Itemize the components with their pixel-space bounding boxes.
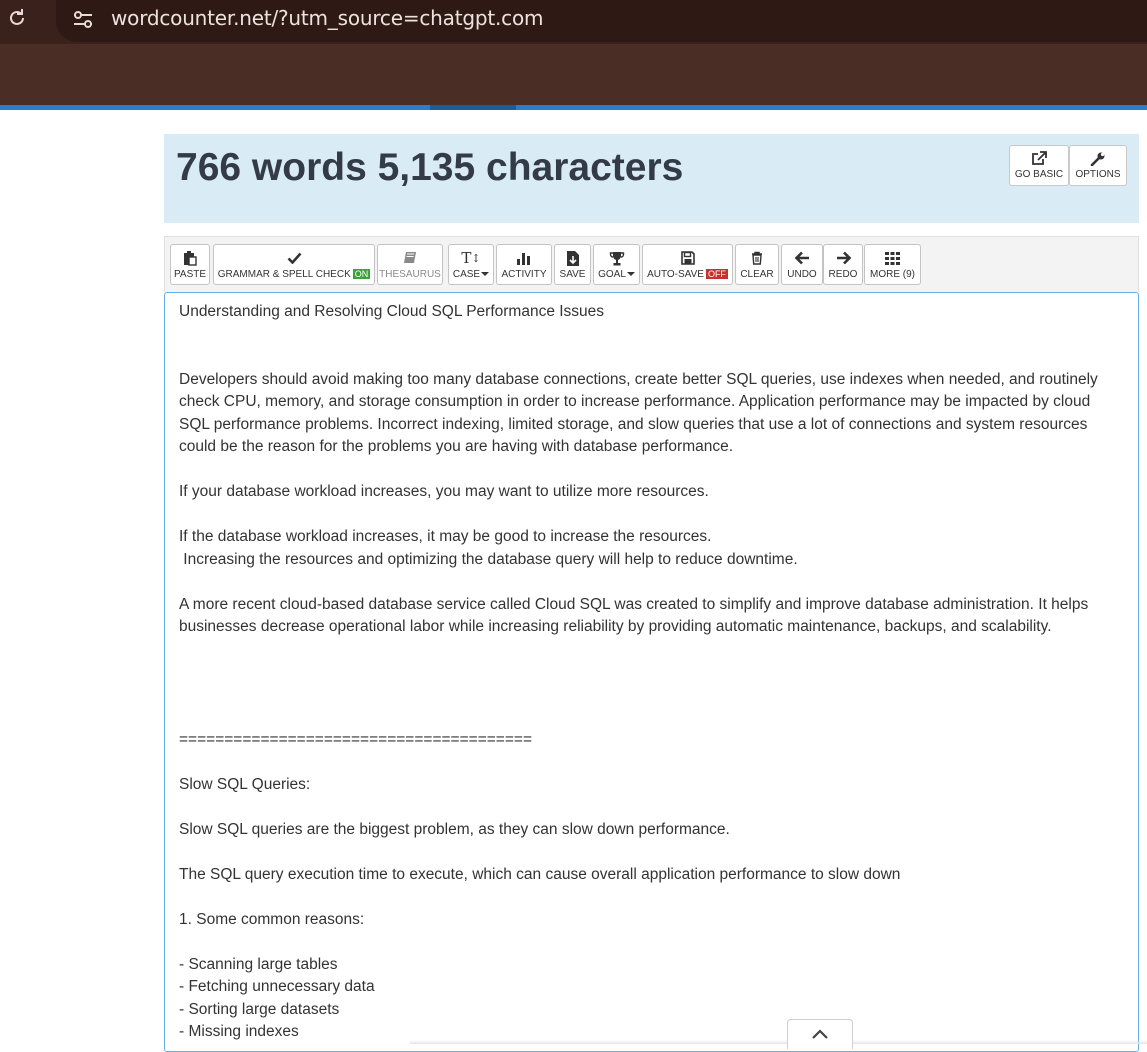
editor-line: 1. Some common reasons: xyxy=(179,911,365,928)
editor-line: Understanding and Resolving Cloud SQL Pe… xyxy=(179,303,605,320)
editor-line: SQL performance problems. Incorrect inde… xyxy=(179,416,1088,433)
count-header: 766 words 5,135 characters GO BASIC OPTI… xyxy=(164,134,1139,223)
checkmark-icon xyxy=(287,249,302,267)
grid-icon xyxy=(885,249,900,267)
editor-line: - Fetching unnecessary data xyxy=(179,978,375,995)
text-height-icon: T ↕ xyxy=(461,249,481,267)
bottom-panel-shadow xyxy=(410,1040,1147,1044)
editor-line: check CPU, memory, and storage consumpti… xyxy=(179,393,1091,410)
activity-button[interactable]: ACTIVITY xyxy=(496,244,552,285)
save-button[interactable]: SAVE xyxy=(554,244,591,285)
paste-button[interactable]: PASTE xyxy=(170,244,210,285)
options-button[interactable]: OPTIONS xyxy=(1069,145,1127,186)
reload-icon[interactable] xyxy=(6,7,28,29)
auto-save-toggle[interactable]: AUTO-SAVE OFF xyxy=(642,244,733,285)
floppy-disk-icon xyxy=(680,249,695,267)
editor-line: Slow SQL queries are the biggest problem… xyxy=(179,821,730,838)
case-dropdown[interactable]: T ↕ CASE xyxy=(448,244,494,285)
caret-down-icon xyxy=(626,272,635,277)
wrench-icon xyxy=(1090,152,1105,166)
undo-label: UNDO xyxy=(787,269,817,280)
auto-save-label: AUTO-SAVE xyxy=(647,269,704,280)
book-icon xyxy=(403,249,417,267)
file-download-icon xyxy=(566,249,580,267)
bar-chart-icon xyxy=(516,249,532,267)
thesaurus-button[interactable]: THESAURUS xyxy=(377,244,443,285)
text-editor[interactable]: Understanding and Resolving Cloud SQL Pe… xyxy=(164,292,1139,1052)
redo-label: REDO xyxy=(828,269,858,280)
word-character-count: 766 words 5,135 characters xyxy=(176,146,684,189)
editor-line: businesses decrease operational labor wh… xyxy=(179,618,1052,635)
grammar-spell-check-button[interactable]: GRAMMAR & SPELL CHECK ON xyxy=(213,244,375,285)
activity-label: ACTIVITY xyxy=(501,269,547,280)
go-basic-button[interactable]: GO BASIC xyxy=(1009,145,1069,186)
page-load-progress-indicator xyxy=(430,105,516,110)
editor-line: If the database workload increases, it m… xyxy=(179,528,712,545)
arrow-left-icon xyxy=(794,249,810,267)
paste-label: PASTE xyxy=(173,269,207,280)
more-label: MORE (9) xyxy=(870,269,915,280)
grammar-label: GRAMMAR & SPELL CHECK xyxy=(217,269,351,280)
trophy-icon xyxy=(609,249,625,267)
editor-line: A more recent cloud-based database servi… xyxy=(179,596,1089,613)
save-label: SAVE xyxy=(559,269,586,280)
editor-line: Developers should avoid making too many … xyxy=(179,371,1098,388)
site-settings-icon[interactable] xyxy=(70,6,96,32)
editor-line: The SQL query execution time to execute,… xyxy=(179,866,901,883)
page-load-progress xyxy=(0,105,1147,110)
thesaurus-label: THESAURUS xyxy=(379,269,441,280)
grammar-status-badge: ON xyxy=(352,269,371,279)
editor-line: - Scanning large tables xyxy=(179,956,338,973)
goal-label: GOAL xyxy=(598,269,626,280)
go-basic-label: GO BASIC xyxy=(1014,169,1064,180)
case-label: CASE xyxy=(452,269,481,280)
editor-line: Slow SQL Queries: xyxy=(179,776,311,793)
editor-toolbar: PASTE GRAMMAR & SPELL CHECK ON THESAURUS … xyxy=(164,236,1139,292)
caret-down-icon xyxy=(481,272,490,277)
editor-line: Increasing the resources and optimizing … xyxy=(179,551,798,568)
editor-line: ======================================= xyxy=(179,731,533,748)
editor-line: could be the reason for the problems you… xyxy=(179,438,734,455)
redo-button[interactable]: REDO xyxy=(823,244,863,285)
editor-line: If your database workload increases, you… xyxy=(179,483,709,500)
arrow-right-icon xyxy=(836,249,851,267)
auto-save-status-badge: OFF xyxy=(705,269,728,279)
clear-button[interactable]: CLEAR xyxy=(735,244,779,285)
editor-line: - Sorting large datasets xyxy=(179,1001,340,1018)
clipboard-icon xyxy=(183,249,197,267)
clear-label: CLEAR xyxy=(740,269,774,280)
options-label: OPTIONS xyxy=(1075,169,1121,180)
undo-button[interactable]: UNDO xyxy=(781,244,823,285)
editor-line: - Missing indexes xyxy=(179,1023,299,1040)
goal-dropdown[interactable]: GOAL xyxy=(593,244,640,285)
more-button[interactable]: MORE (9) xyxy=(864,244,921,285)
chevron-up-icon xyxy=(812,1029,828,1039)
trash-icon xyxy=(751,249,763,267)
external-link-icon xyxy=(1032,151,1047,165)
scroll-to-top-button[interactable] xyxy=(787,1019,853,1049)
url-text[interactable]: wordcounter.net/?utm_source=chatgpt.com xyxy=(111,6,543,30)
